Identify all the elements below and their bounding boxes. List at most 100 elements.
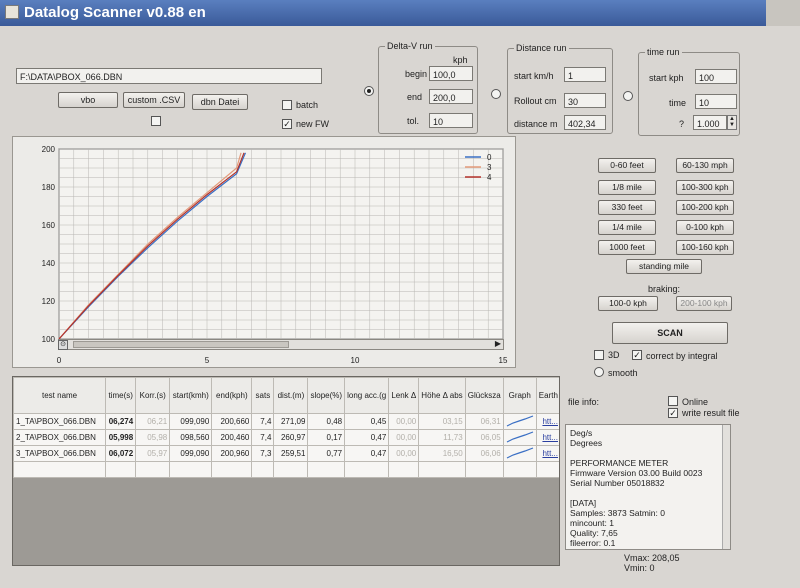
column-header[interactable]: Lenk Δ xyxy=(388,377,420,414)
table-cell: 0,48 xyxy=(307,413,346,430)
table-cell xyxy=(105,461,137,478)
column-header[interactable]: Glücksza xyxy=(464,377,504,414)
chart-scrollbar[interactable]: ◀ ▶ xyxy=(58,339,504,350)
table-cell: 05,98 xyxy=(135,429,171,446)
correct-integral-checkbox[interactable]: ✓ xyxy=(632,350,642,360)
delta-v-title: Delta-V run xyxy=(385,41,435,51)
results-table: test name time(s) Korr.(s) start(kmh) end(kp… xyxy=(13,377,559,478)
table-row[interactable]: 3_TA\PBOX_066.DBN 06,072 05,97 099,090 200,9… xyxy=(13,445,559,462)
table-cell: 1_TA\PBOX_066.DBN xyxy=(13,413,107,430)
run-button-1000-feet[interactable]: 1000 feet xyxy=(598,240,656,255)
run-button-0-100-kph[interactable]: 0-100 kph xyxy=(676,220,734,235)
table-cell[interactable]: htt... xyxy=(535,445,559,462)
time-radio[interactable] xyxy=(623,91,633,101)
custom-csv-button[interactable]: custom .CSV xyxy=(123,92,185,108)
end-label: end xyxy=(407,92,423,102)
online-checkbox[interactable] xyxy=(668,396,678,406)
column-header[interactable]: dist.(m) xyxy=(273,377,309,414)
table-cell xyxy=(418,461,466,478)
run-button-1-8-mile[interactable]: 1/8 mile xyxy=(598,180,656,195)
smooth-radio[interactable] xyxy=(594,367,604,377)
run-button-330-feet[interactable]: 330 feet xyxy=(598,200,656,215)
braking-100-0-button[interactable]: 100-0 kph xyxy=(598,296,658,311)
zoom-icon[interactable]: ⊙ xyxy=(58,340,68,350)
file-info-scrollbar[interactable] xyxy=(722,425,730,549)
write-result-checkbox[interactable]: ✓ xyxy=(668,408,678,418)
column-header[interactable]: time(s) xyxy=(105,377,137,414)
table-cell: 00,00 xyxy=(388,413,420,430)
run-button-100-200-kph[interactable]: 100-200 kph xyxy=(676,200,734,215)
3d-label: 3D xyxy=(608,350,620,360)
table-cell: 0,47 xyxy=(344,445,390,462)
column-header[interactable]: long acc.(g xyxy=(344,377,390,414)
file-path-field[interactable]: F:\DATA\PBOX_066.DBN xyxy=(16,68,322,84)
scroll-thumb[interactable] xyxy=(73,341,289,348)
info-line: Samples: 3873 Satmin: 0 xyxy=(570,508,665,518)
column-header[interactable]: Korr.(s) xyxy=(135,377,171,414)
table-cell[interactable]: htt... xyxy=(535,429,559,446)
window-control[interactable] xyxy=(766,0,800,26)
table-cell xyxy=(344,461,390,478)
batch-checkbox[interactable] xyxy=(282,100,292,110)
table-cell: 05,97 xyxy=(135,445,171,462)
new-fw-checkbox[interactable]: ✓ xyxy=(282,119,292,129)
column-header[interactable]: test name xyxy=(13,377,107,414)
file-info-label: file info: xyxy=(568,397,600,407)
table-cell: 06,21 xyxy=(135,413,171,430)
column-header[interactable]: start(kmh) xyxy=(169,377,213,414)
run-button-0-60-feet[interactable]: 0-60 feet xyxy=(598,158,656,173)
factor-input[interactable]: 1.000 xyxy=(693,115,727,130)
start-kph-input[interactable]: 100 xyxy=(695,69,737,84)
table-row[interactable]: 1_TA\PBOX_066.DBN 06,274 06,21 099,090 200,6… xyxy=(13,413,559,430)
delta-v-radio[interactable] xyxy=(364,86,374,96)
run-button-100-300-kph[interactable]: 100-300 kph xyxy=(676,180,734,195)
time-input[interactable]: 10 xyxy=(695,94,737,109)
begin-input[interactable]: 100,0 xyxy=(429,66,473,81)
time-title: time run xyxy=(645,47,682,57)
info-line: mincount: 1 xyxy=(570,518,614,528)
3d-checkbox[interactable] xyxy=(594,350,604,360)
column-header[interactable]: Höhe Δ abs xyxy=(418,377,466,414)
correct-integral-label: correct by integral xyxy=(646,351,718,361)
distance-group: Distance run start km/h 1 Rollout cm 30 … xyxy=(507,43,613,134)
start-kmh-label: start km/h xyxy=(514,71,554,81)
file-info-box[interactable]: Deg/s Degrees PERFORMANCE METER Firmware V… xyxy=(565,424,731,550)
dbn-file-button[interactable]: dbn Datei xyxy=(192,94,248,110)
table-cell: 3_TA\PBOX_066.DBN xyxy=(13,445,107,462)
column-header[interactable]: Graph xyxy=(502,377,537,414)
info-line: Deg/s xyxy=(570,428,593,438)
graph-sparkline xyxy=(502,445,537,462)
run-button-60-130-mph[interactable]: 60-130 mph xyxy=(676,158,734,173)
run-button-1-4-mile[interactable]: 1/4 mile xyxy=(598,220,656,235)
tol-input[interactable]: 10 xyxy=(429,113,473,128)
legend-label-4: 4 xyxy=(487,173,492,182)
app-icon xyxy=(5,5,19,19)
factor-spinner-icon[interactable]: ▲ ▼ xyxy=(727,115,737,130)
table-cell[interactable]: htt... xyxy=(535,413,559,430)
y-tick-label: 120 xyxy=(42,297,56,306)
scan-button[interactable]: SCAN xyxy=(612,322,728,344)
rollout-input[interactable]: 30 xyxy=(564,93,606,108)
table-cell: 0,17 xyxy=(307,429,346,446)
column-header[interactable]: sats xyxy=(251,377,275,414)
distance-input[interactable]: 402,34 xyxy=(564,115,606,130)
vbo-button[interactable]: vbo xyxy=(58,92,118,108)
column-header[interactable]: end(kph) xyxy=(211,377,253,414)
table-cell: 06,072 xyxy=(105,445,137,462)
column-header[interactable]: Earth xyxy=(535,377,559,414)
table-cell xyxy=(273,461,309,478)
scroll-right-icon[interactable]: ▶ xyxy=(495,339,501,348)
start-kmh-input[interactable]: 1 xyxy=(564,67,606,82)
column-header[interactable]: slope(%) xyxy=(307,377,346,414)
table-cell: 06,06 xyxy=(464,445,504,462)
braking-200-100-button[interactable]: 200-100 kph xyxy=(676,296,732,311)
table-row xyxy=(13,461,559,478)
run-button-100-160-kph[interactable]: 100-160 kph xyxy=(676,240,734,255)
table-cell: 05,998 xyxy=(105,429,137,446)
distance-radio[interactable] xyxy=(491,89,501,99)
table-cell: 200,960 xyxy=(211,445,253,462)
table-row[interactable]: 2_TA\PBOX_066.DBN 05,998 05,98 098,560 200,4… xyxy=(13,429,559,446)
csv-checkbox[interactable] xyxy=(151,116,161,126)
standing-mile-button[interactable]: standing mile xyxy=(626,259,702,274)
end-input[interactable]: 200,0 xyxy=(429,89,473,104)
